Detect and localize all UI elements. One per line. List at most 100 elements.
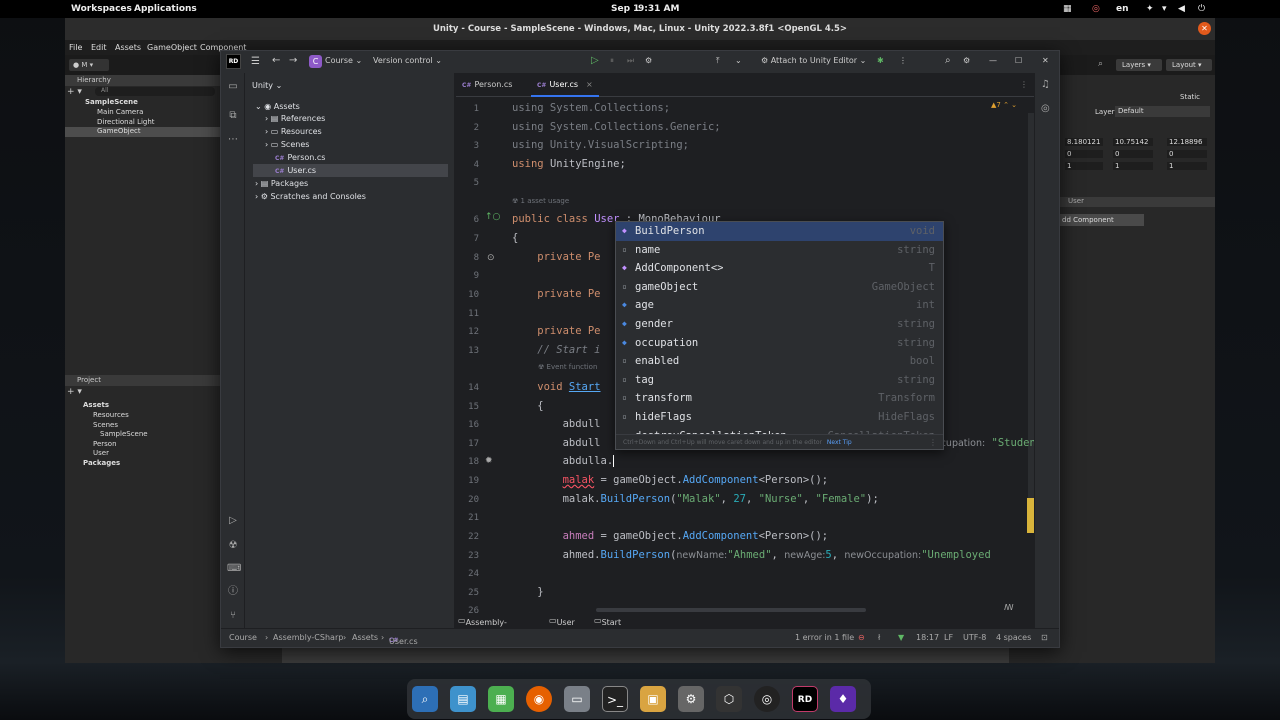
add-icon[interactable]: + ▾ bbox=[67, 387, 82, 397]
clock-time[interactable]: 9:31 AM bbox=[638, 4, 679, 14]
completion-item[interactable]: ◆ age int bbox=[616, 296, 943, 315]
status-crumb[interactable]: Course bbox=[229, 633, 257, 642]
line-separator[interactable]: LF bbox=[944, 633, 953, 642]
tree-item-packages[interactable]: › ▤ Packages bbox=[255, 179, 308, 188]
add-component-button[interactable]: dd Component bbox=[1058, 214, 1144, 226]
debug-icon[interactable]: ⚙ bbox=[645, 56, 652, 65]
rot-z[interactable]: 0 bbox=[1167, 150, 1207, 158]
status-crumb[interactable]: Assets bbox=[352, 633, 378, 642]
completion-item[interactable]: ◆ gender string bbox=[616, 315, 943, 334]
clock-date[interactable]: Sep 1 bbox=[611, 4, 639, 14]
hierarchy-item-light[interactable]: Directional Light bbox=[97, 118, 155, 126]
nav-assembly[interactable]: ▭ Assembly-CSharp bbox=[458, 616, 507, 636]
menu-assets[interactable]: Assets bbox=[115, 43, 141, 52]
unity-icon[interactable]: ☢ bbox=[227, 540, 239, 552]
minimize-icon[interactable]: — bbox=[989, 56, 997, 65]
pos-x[interactable]: 8.180121 bbox=[1065, 138, 1103, 146]
tree-item-assets[interactable]: ⌄ ◉ Assets bbox=[255, 102, 300, 111]
main-menu-icon[interactable]: ☰ bbox=[251, 56, 260, 67]
tree-item-references[interactable]: › ▤ References bbox=[265, 114, 325, 123]
layout-dropdown[interactable]: Layout ▾ bbox=[1166, 59, 1212, 71]
vcs-status-icon[interactable]: ▼ bbox=[898, 633, 904, 642]
scale-y[interactable]: 1 bbox=[1113, 162, 1153, 170]
completion-item[interactable]: ◆ BuildPerson void bbox=[616, 222, 943, 241]
record-icon[interactable]: ◎ bbox=[1092, 4, 1100, 14]
indent-setting[interactable]: 4 spaces bbox=[996, 633, 1031, 642]
volume-icon[interactable]: ◀ bbox=[1178, 4, 1185, 14]
completion-item[interactable]: ▫ enabled bool bbox=[616, 352, 943, 371]
step-icon[interactable]: ⏭ bbox=[627, 56, 634, 66]
more-icon[interactable]: ⋮ bbox=[929, 438, 937, 447]
ai-icon[interactable]: ł bbox=[878, 633, 880, 642]
event-hint[interactable]: ☢ Event function bbox=[538, 363, 597, 371]
menu-edit[interactable]: Edit bbox=[91, 43, 107, 52]
tab-user-cs[interactable]: C# User.cs × bbox=[531, 73, 599, 97]
project-item[interactable]: Resources bbox=[93, 411, 129, 419]
desktop-app-icon[interactable]: ▤ bbox=[450, 686, 476, 712]
terminal-icon[interactable]: ⌨ bbox=[227, 563, 241, 575]
tree-item-scratches[interactable]: › ⚙ Scratches and Consoles bbox=[255, 192, 366, 201]
tree-item-resources[interactable]: › ▭ Resources bbox=[265, 127, 322, 136]
completion-item[interactable]: ▫ name string bbox=[616, 241, 943, 260]
pos-z[interactable]: 12.18896 bbox=[1167, 138, 1207, 146]
attach-selector[interactable]: ⚙ Attach to Unity Editor ⌄ bbox=[761, 56, 866, 65]
error-count[interactable]: 1 error in 1 file bbox=[795, 633, 854, 642]
app-grid-icon[interactable]: ▦ bbox=[488, 686, 514, 712]
project-item[interactable]: User bbox=[93, 449, 109, 457]
close-icon[interactable]: × bbox=[586, 80, 593, 89]
hierarchy-item-gameobject[interactable]: GameObject bbox=[65, 127, 220, 137]
rot-y[interactable]: 0 bbox=[1113, 150, 1153, 158]
maximize-icon[interactable]: ☐ bbox=[1015, 56, 1022, 65]
language-indicator[interactable]: en bbox=[1116, 4, 1129, 14]
chevron-down-icon[interactable]: ⌄ bbox=[735, 56, 742, 65]
bulb-icon[interactable]: ✹ bbox=[485, 456, 493, 466]
hierarchy-item-camera[interactable]: Main Camera bbox=[97, 108, 143, 116]
nav-class[interactable]: ▭ User bbox=[549, 616, 575, 627]
warning-indicator[interactable]: ▲7 ⌃ ⌄ bbox=[991, 101, 1017, 109]
reader-mode-icon[interactable]: ꟿ bbox=[1004, 603, 1014, 612]
pos-y[interactable]: 10.75142 bbox=[1113, 138, 1153, 146]
scene-item[interactable]: SampleScene bbox=[85, 98, 138, 106]
project-item[interactable]: Person bbox=[93, 440, 117, 448]
project-item[interactable]: Scenes bbox=[93, 421, 118, 429]
tab-person-cs[interactable]: C# Person.cs bbox=[456, 73, 518, 97]
unity-hub-icon[interactable]: ⬡ bbox=[716, 686, 742, 712]
completion-item[interactable]: ▫ tag string bbox=[616, 371, 943, 390]
completion-item[interactable]: ▫ gameObject GameObject bbox=[616, 278, 943, 297]
firefox-icon[interactable]: ◉ bbox=[526, 686, 552, 712]
error-icon[interactable]: ⊖ bbox=[858, 633, 865, 642]
search-icon[interactable]: ⌕ bbox=[945, 55, 951, 66]
completion-item[interactable]: ▫ hideFlags HideFlags bbox=[616, 408, 943, 427]
close-icon[interactable]: ✕ bbox=[1042, 56, 1049, 65]
back-arrow-icon[interactable]: ← bbox=[272, 55, 280, 66]
workspaces-menu[interactable]: Workspaces bbox=[71, 4, 132, 14]
tree-item-user-cs[interactable]: C# User.cs bbox=[253, 164, 448, 177]
tree-item-person-cs[interactable]: C# Person.cs bbox=[275, 153, 325, 162]
wifi-icon[interactable]: ▾ bbox=[1162, 4, 1167, 14]
run-icon[interactable]: ▷ bbox=[591, 55, 599, 66]
account-dropdown[interactable]: ● M ▾ bbox=[69, 59, 109, 71]
more-icon[interactable]: ⋮ bbox=[1014, 73, 1034, 97]
app-icon[interactable]: ♦ bbox=[830, 686, 856, 712]
tree-item-scenes[interactable]: › ▭ Scenes bbox=[265, 140, 309, 149]
database-icon[interactable]: ◎ bbox=[1041, 103, 1050, 114]
menu-gameobject[interactable]: GameObject bbox=[147, 43, 197, 52]
close-icon[interactable]: ✕ bbox=[1198, 22, 1211, 35]
settings-icon[interactable]: ⚙ bbox=[963, 56, 970, 65]
more-icon[interactable]: ⋯ bbox=[227, 134, 239, 146]
search-app-icon[interactable]: ⌕ bbox=[412, 686, 438, 712]
pause-icon[interactable]: ⏸ bbox=[610, 56, 614, 66]
error-variable[interactable]: malak bbox=[563, 474, 595, 486]
status-crumb[interactable]: Assembly-CSharp bbox=[273, 633, 343, 642]
project-assets[interactable]: Assets bbox=[83, 401, 109, 409]
obs-icon[interactable]: ◎ bbox=[754, 686, 780, 712]
completion-item[interactable]: ▫ transform Transform bbox=[616, 389, 943, 408]
completion-item[interactable]: ◆ AddComponent<> T bbox=[616, 259, 943, 278]
caret-position[interactable]: 18:17 bbox=[916, 633, 939, 642]
implement-gutter-icon[interactable]: ↑○ bbox=[485, 212, 500, 222]
project-root[interactable]: Unity ⌄ bbox=[252, 81, 282, 90]
project-selector[interactable]: Course ⌄ bbox=[325, 56, 362, 65]
add-icon[interactable]: + ▾ bbox=[67, 87, 82, 97]
applications-menu[interactable]: Applications bbox=[134, 4, 197, 14]
hierarchy-search[interactable]: All bbox=[95, 87, 215, 96]
